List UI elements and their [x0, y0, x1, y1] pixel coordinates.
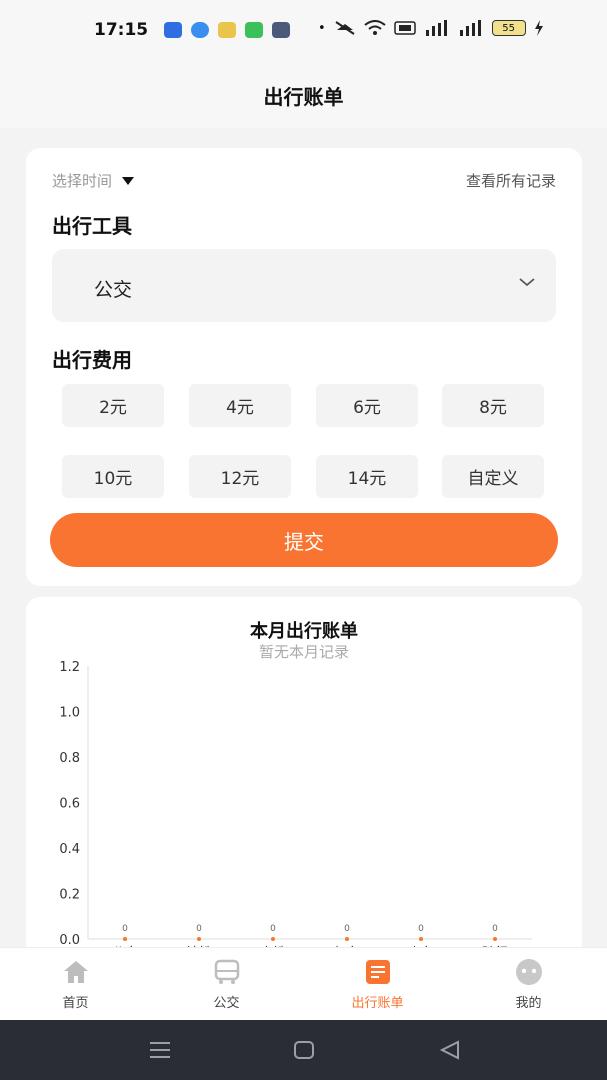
data-point-label: 0	[344, 924, 350, 934]
data-point	[345, 937, 349, 941]
view-all-records-link[interactable]: 查看所有记录	[466, 170, 556, 191]
wifi-icon	[364, 20, 386, 35]
page-title: 出行账单	[263, 84, 344, 109]
bill-icon	[364, 958, 392, 986]
home-icon	[62, 958, 90, 986]
status-time: 17:15	[94, 20, 149, 40]
fee-option-14[interactable]: 14元	[316, 455, 418, 498]
trip-form-card: 选择时间 查看所有记录 出行工具 公交 出行费用 2元 4元 6元 8元 10元…	[26, 148, 582, 586]
title-bar: 出行账单	[0, 62, 607, 128]
mute-icon	[335, 21, 355, 35]
menu-icon[interactable]	[148, 1038, 172, 1062]
nav-item-profile[interactable]: 我的	[453, 948, 604, 1021]
fee-option-4[interactable]: 4元	[189, 384, 291, 427]
data-point	[271, 937, 275, 941]
nav-label: 首页	[62, 996, 89, 1011]
status-bar: 17:15 • 55	[0, 0, 607, 62]
data-point-label: 0	[196, 924, 202, 934]
data-point-label: 0	[270, 924, 276, 934]
nav-item-home[interactable]: 首页	[0, 948, 151, 1021]
nav-item-bill[interactable]: 出行账单	[302, 948, 453, 1021]
message-icon	[245, 22, 263, 38]
travel-tool-value: 公交	[94, 279, 133, 301]
data-point	[197, 937, 201, 941]
bottom-nav: 首页 公交 出行账单 我的	[0, 947, 607, 1020]
system-nav-bar	[0, 1020, 607, 1080]
nav-label: 我的	[515, 996, 542, 1011]
app-notification-icon	[164, 22, 182, 38]
dot-icon: •	[318, 20, 326, 36]
nav-item-bus[interactable]: 公交	[151, 948, 302, 1021]
profile-icon	[515, 958, 543, 986]
y-tick-label: 0.0	[59, 933, 80, 948]
submit-button[interactable]: 提交	[50, 513, 558, 567]
home-button-icon[interactable]	[292, 1038, 316, 1062]
app-notification-icon	[218, 22, 236, 38]
y-tick-label: 0.8	[59, 751, 80, 766]
data-point-label: 0	[492, 924, 498, 934]
hd-icon	[393, 21, 416, 35]
fee-option-10[interactable]: 10元	[62, 455, 164, 498]
data-point	[419, 937, 423, 941]
y-tick-label: 1.2	[59, 660, 80, 675]
fee-option-custom[interactable]: 自定义	[442, 455, 544, 498]
fee-option-6[interactable]: 6元	[316, 384, 418, 427]
y-tick-label: 0.6	[59, 797, 80, 812]
chevron-down-icon	[519, 278, 535, 287]
fee-option-2[interactable]: 2元	[62, 384, 164, 427]
app-notification-icon	[191, 22, 209, 38]
travel-tool-label: 出行工具	[52, 214, 132, 238]
charging-icon	[534, 20, 543, 36]
notification-icons	[164, 22, 290, 38]
data-point-label: 0	[122, 924, 128, 934]
travel-fee-label: 出行费用	[52, 348, 132, 372]
app-notification-icon	[272, 22, 290, 38]
system-status-icons: • 55	[318, 20, 544, 36]
data-point	[493, 937, 497, 941]
fee-option-8[interactable]: 8元	[442, 384, 544, 427]
data-point-label: 0	[418, 924, 424, 934]
nav-label: 出行账单	[351, 996, 404, 1011]
select-time-picker[interactable]: 选择时间	[52, 170, 135, 191]
caret-down-icon	[122, 176, 135, 185]
monthly-bill-chart: 0.00.20.40.60.81.01.20公交0地铁0高铁0打车0火车0骑行	[59, 660, 532, 957]
fee-option-12[interactable]: 12元	[189, 455, 291, 498]
y-tick-label: 0.4	[59, 842, 80, 857]
travel-tool-dropdown[interactable]: 公交	[52, 249, 556, 322]
y-tick-label: 1.0	[59, 706, 80, 721]
y-tick-label: 0.2	[59, 888, 80, 903]
signal-icon	[425, 20, 447, 36]
bus-icon	[213, 958, 241, 986]
back-icon[interactable]	[438, 1038, 462, 1062]
battery-icon: 55	[491, 20, 526, 36]
monthly-bill-chart-card: 本月出行账单 暂无本月记录 0.00.20.40.60.81.01.20公交0地…	[26, 597, 582, 957]
signal-icon	[459, 20, 481, 36]
select-time-label: 选择时间	[52, 172, 113, 190]
data-point	[123, 937, 127, 941]
nav-label: 公交	[213, 996, 240, 1011]
